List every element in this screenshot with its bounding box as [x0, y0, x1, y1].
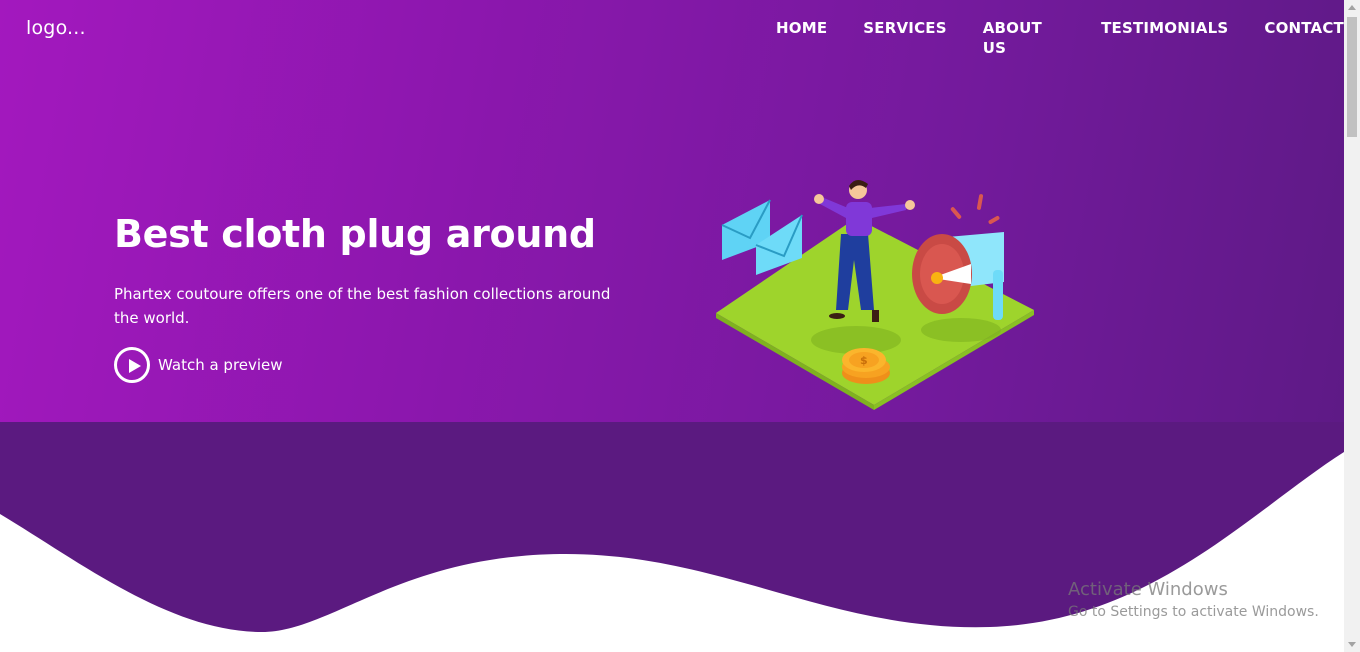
- hero-section: logo... HOME SERVICES ABOUT US TESTIMONI…: [0, 0, 1344, 422]
- watch-preview-button[interactable]: Watch a preview: [114, 347, 283, 383]
- page-scrollbar[interactable]: [1344, 0, 1360, 652]
- watch-preview-label: Watch a preview: [158, 356, 283, 374]
- nav-services[interactable]: SERVICES: [863, 18, 946, 58]
- play-icon[interactable]: [114, 347, 150, 383]
- hero-headline: Best cloth plug around: [114, 212, 596, 256]
- activation-title: Activate Windows: [1068, 579, 1228, 600]
- logo[interactable]: logo...: [26, 17, 86, 39]
- scroll-up-icon[interactable]: [1348, 5, 1356, 10]
- shadow: [921, 318, 1001, 342]
- nav-testimonials[interactable]: TESTIMONIALS: [1101, 18, 1228, 58]
- windows-activation-watermark: Activate Windows Go to Settings to activ…: [1068, 579, 1319, 623]
- hero-subtext: Phartex coutoure offers one of the best …: [114, 285, 611, 327]
- nav-about-us[interactable]: ABOUT US: [983, 18, 1065, 58]
- scrollbar-thumb[interactable]: [1347, 17, 1357, 137]
- hero-illustration: $: [716, 179, 1034, 410]
- scroll-down-icon[interactable]: [1348, 642, 1356, 647]
- svg-text:$: $: [860, 354, 868, 367]
- nav-home[interactable]: HOME: [776, 18, 827, 58]
- main-nav: HOME SERVICES ABOUT US TESTIMONIALS CONT…: [776, 18, 1344, 58]
- nav-contact[interactable]: CONTACT: [1264, 18, 1344, 58]
- activation-subtitle: Go to Settings to activate Windows.: [1068, 604, 1319, 620]
